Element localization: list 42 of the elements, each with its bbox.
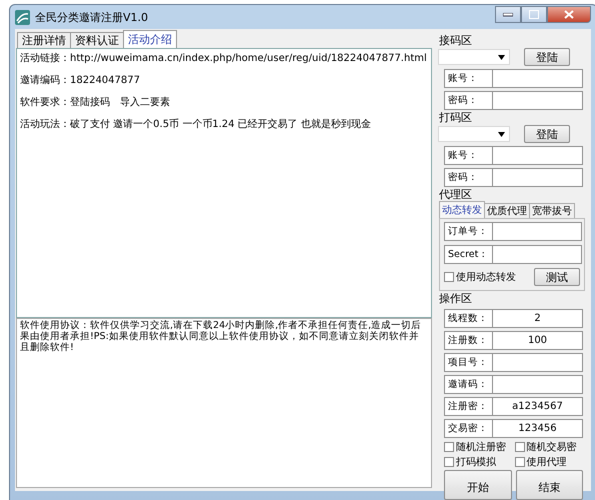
checkbox-label: 使用动态转发 (456, 270, 516, 284)
info-line: 活动玩法：破了支付 邀请一个0.5币 一个币1.24 已经开交易了 也就是秒到现金 (20, 118, 372, 132)
login-button[interactable]: 登陆 (524, 125, 570, 143)
action-button[interactable]: 结束 (516, 470, 583, 500)
info-line: 软件要求：登陆接码 导入二要素 (20, 96, 171, 110)
app-icon (15, 10, 30, 24)
agreement-text: 软件使用协议：软件仅供学习交流,请在下载24小时内删除,作者不承担任何责任,造成一切后果由使用者承担!PS:如果使用软件默认同意以上软件使用协议，如不同意请立刻关闭软件并且删除软件! (16, 318, 432, 488)
checkbox-label: 打码模拟 (456, 456, 496, 469)
checkbox-label: 使用代理 (526, 456, 566, 469)
window-title: 全民分类邀请注册V1.0 (35, 10, 148, 24)
checkbox-label: 随机交易密 (526, 440, 576, 454)
checkbox[interactable] (514, 442, 524, 452)
checkbox[interactable] (444, 442, 454, 452)
tab[interactable]: 宽带拔号 (529, 203, 575, 218)
tab[interactable]: 动态转发 (439, 201, 485, 218)
maximize-icon (529, 10, 539, 19)
checkbox-label: 随机注册密 (456, 440, 506, 454)
tab[interactable]: 活动介绍 (123, 30, 177, 48)
minimize-icon (503, 12, 513, 16)
tab[interactable]: 优质代理 (484, 203, 530, 218)
close-button[interactable] (547, 6, 591, 23)
section-title: 接码区 (439, 33, 473, 48)
info-line: 邀请编码：18224047877 (20, 74, 141, 88)
checkbox[interactable] (444, 457, 454, 467)
checkbox[interactable] (444, 272, 454, 282)
caret-icon (498, 132, 505, 137)
minimize-button[interactable] (495, 6, 521, 23)
dropdown[interactable] (438, 126, 510, 142)
action-button[interactable]: 开始 (444, 470, 512, 500)
maximize-button[interactable] (521, 6, 547, 23)
test-button[interactable]: 测试 (534, 268, 580, 286)
section-title: 操作区 (439, 291, 473, 306)
login-button[interactable]: 登陆 (524, 48, 570, 66)
section-title: 代理区 (439, 187, 473, 202)
caret-icon (498, 55, 505, 60)
tab[interactable]: 资料认证 (70, 32, 124, 48)
checkbox[interactable] (514, 457, 524, 467)
section-title: 打码区 (439, 110, 473, 125)
info-line: 活动链接：http://wuweimama.cn/index.php/home/user/reg/uid/18224047877.html (20, 52, 428, 66)
dropdown[interactable] (438, 49, 510, 65)
tab[interactable]: 注册详情 (17, 32, 71, 48)
close-icon (564, 10, 574, 19)
